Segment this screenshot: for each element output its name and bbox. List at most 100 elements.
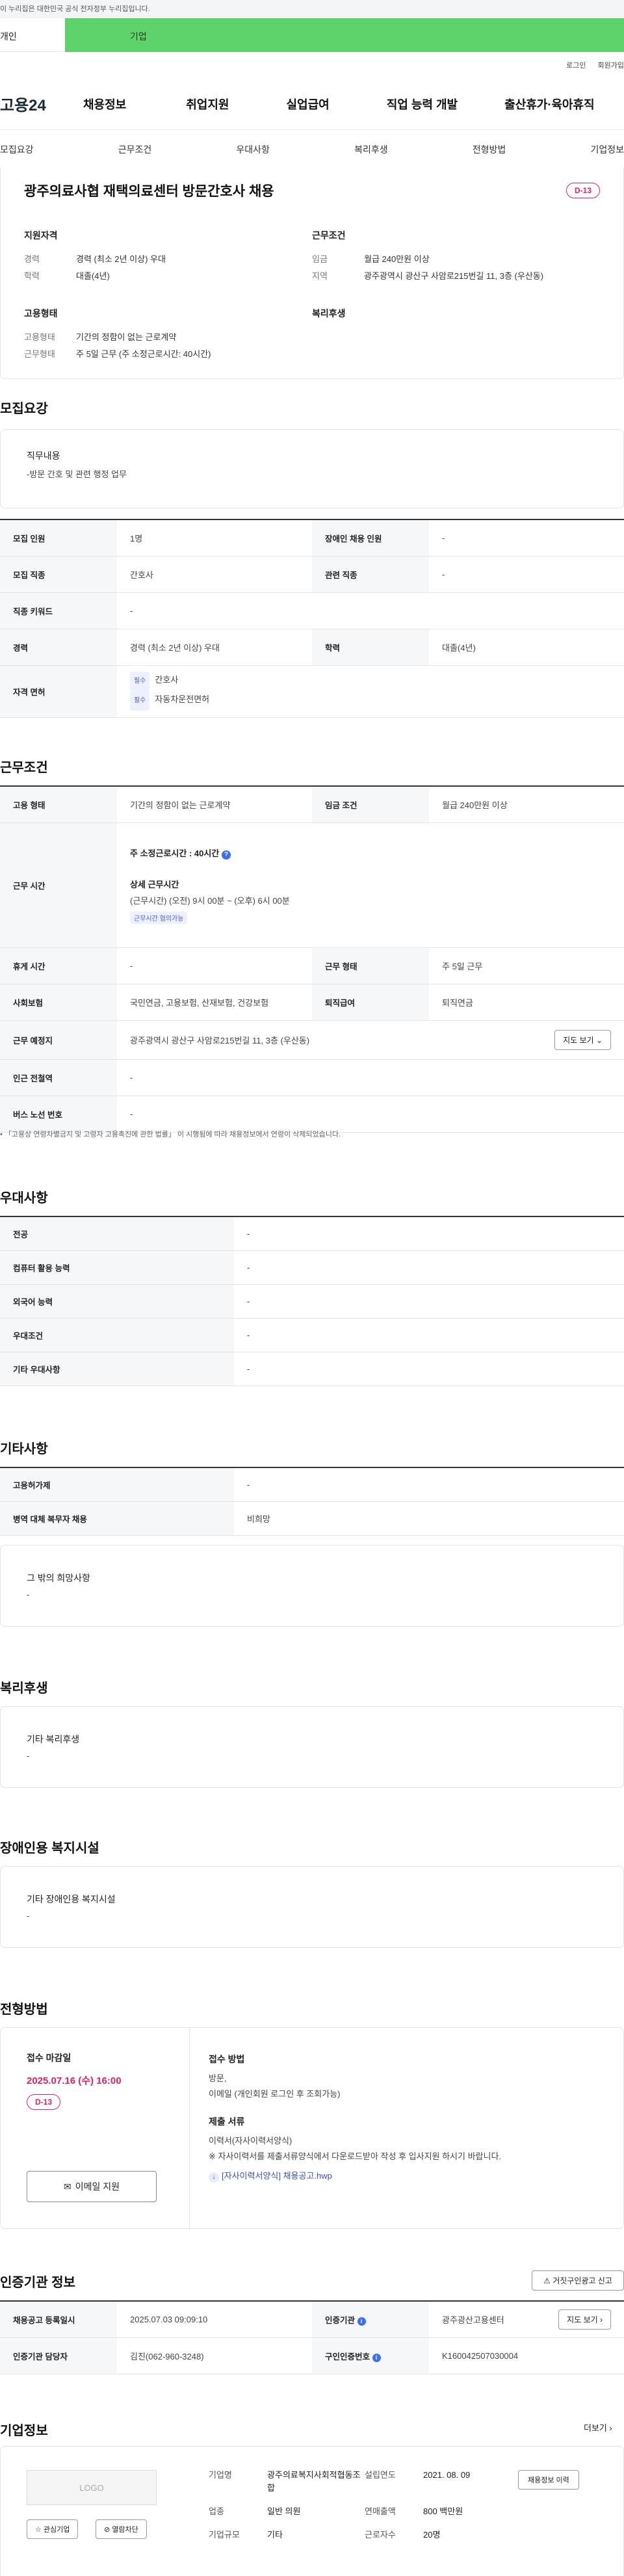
site-logo[interactable]: 고용24 xyxy=(0,92,79,115)
cell-label: 인증기관 i xyxy=(312,2301,429,2338)
cell-value: - xyxy=(234,1284,624,1319)
detail-title: 상세 근무시간 xyxy=(130,879,179,889)
cell-label: 기타 우대사항 xyxy=(0,1352,234,1386)
anchor-recruit[interactable]: 모집요강 xyxy=(0,143,34,156)
gnb-item-parental-leave[interactable]: 출산휴가·육아휴직 xyxy=(504,96,594,112)
cell-value: 2025.07.03 09:09:10 xyxy=(117,2301,312,2338)
cell-label: 인근 전철역 xyxy=(0,1059,117,1096)
cell-label: 관련 직종 xyxy=(312,556,429,593)
table-row: 인근 전철역 - xyxy=(0,1059,624,1096)
license-name: 자동차운전면허 xyxy=(155,694,210,704)
cell-value: - xyxy=(117,1096,624,1133)
anchor-welfare[interactable]: 복리후생 xyxy=(354,143,388,156)
favorite-company-button[interactable]: ☆ 관심기업 xyxy=(27,2519,79,2539)
job-title: 광주의료사협 재택의료센터 방문간호사 채용 xyxy=(24,184,274,199)
kv-key: 임금 xyxy=(312,254,328,264)
signup-link[interactable]: 회원가입 xyxy=(598,60,624,70)
tab-corporate[interactable]: 기업 xyxy=(65,18,624,52)
agency-map-button[interactable]: 지도 보기 › xyxy=(558,2309,611,2330)
org-value: 광주광산고용센터 xyxy=(442,2315,504,2325)
table-row: 병역 대체 복무자 채용 비희망 xyxy=(0,1501,624,1536)
cell-value: K160042507030004 xyxy=(429,2337,624,2374)
cell-label: 고용 형태 xyxy=(0,786,117,823)
gnb-item-vocational-training[interactable]: 직업 능력 개발 xyxy=(387,96,458,112)
cell-value: 간호사 xyxy=(117,556,312,593)
anchor-prefer[interactable]: 우대사항 xyxy=(236,143,270,156)
job-history-label: 채용정보 이력 xyxy=(528,2477,569,2484)
job-history-button[interactable]: 채용정보 이력 xyxy=(518,2470,579,2490)
process-card: 접수 마감일 2025.07.16 (수) 16:00 D-13 ✉ 이메일 지원… xyxy=(0,2027,624,2229)
section-anchor-nav: 모집요강 근무조건 우대사항 복리후생 전형방법 기업정보 xyxy=(0,130,624,169)
anchor-process[interactable]: 전형방법 xyxy=(473,143,506,156)
cell-label: 근무 형태 xyxy=(312,947,429,984)
anchor-company[interactable]: 기업정보 xyxy=(590,143,624,156)
cell-value: 1명 xyxy=(117,519,312,557)
cell-value: - xyxy=(117,592,624,629)
cell-value: - xyxy=(117,947,312,984)
kv-key: 지역 xyxy=(312,271,328,281)
gov-banner-text: 이 누리집은 대한민국 공식 전자정부 누리집입니다. xyxy=(0,5,150,13)
summary-qual-title: 지원자격 xyxy=(24,230,58,241)
recruit-section-title: 모집요강 xyxy=(0,402,48,416)
info-icon[interactable]: i xyxy=(357,2317,366,2326)
cell-label: 퇴직급여 xyxy=(312,984,429,1021)
cell-value: - xyxy=(234,1467,624,1502)
cell-value: - xyxy=(117,1059,624,1096)
summary-cond-title: 근무조건 xyxy=(312,230,346,241)
chevron-right-icon: › xyxy=(609,2423,612,2433)
gnb-item-employment-support[interactable]: 취업지원 xyxy=(186,96,229,112)
favorite-label: 관심기업 xyxy=(43,2526,70,2534)
table-row: 기타 우대사항 - xyxy=(0,1352,624,1386)
login-link[interactable]: 로그인 xyxy=(566,60,586,70)
cell-label: 병역 대체 복무자 채용 xyxy=(0,1501,234,1536)
summary-welfare-title: 복리후생 xyxy=(312,308,346,319)
cell-value: 기간의 정함이 없는 근로계약 xyxy=(117,786,312,823)
utility-menu: 로그인 회원가입 xyxy=(0,52,624,78)
gnb-item-unemployment-benefit[interactable]: 실업급여 xyxy=(287,96,330,112)
anchor-work[interactable]: 근무조건 xyxy=(118,143,152,156)
deadline-block: 접수 마감일 2025.07.16 (수) 16:00 D-13 xyxy=(27,2051,170,2110)
tab-corporate-label: 기업 xyxy=(130,31,147,42)
cell-value: - xyxy=(234,1216,624,1251)
report-fake-ad-button[interactable]: ⚠ 거짓구인광고 신고 xyxy=(532,2270,624,2291)
company-logo: LOGO xyxy=(27,2470,157,2505)
cell-value: 김진(062-960-3248) xyxy=(117,2337,312,2374)
info-icon[interactable]: i xyxy=(372,2353,381,2362)
company-more-link[interactable]: 더보기 › xyxy=(584,2421,612,2434)
dday-badge: D-13 xyxy=(27,2094,61,2110)
cell-value: 월급 240만원 이상 xyxy=(429,786,624,823)
org-label: 인증기관 xyxy=(325,2315,356,2325)
attachment-link[interactable]: ↓ [자사이력서양식] 채용공고.hwp xyxy=(209,2168,612,2184)
block-view-button[interactable]: ⊘ 열람차단 xyxy=(96,2519,147,2539)
gnb-item-jobs[interactable]: 채용정보 xyxy=(83,96,126,112)
download-icon: ↓ xyxy=(209,2172,219,2183)
info-value: 기타 xyxy=(267,2530,283,2540)
company-info-grid: 기업명 광주의료복지사회적협동조합 설립연도 2021. 08. 09 업종 일반 의… xyxy=(209,2469,508,2542)
cell-label: 인증기관 담당자 xyxy=(0,2337,117,2374)
agency-map-label: 지도 보기 xyxy=(567,2315,598,2324)
table-row: 경력 경력 (최소 2년 이상) 우대 학력 대졸(4년) xyxy=(0,629,624,666)
method-value-2: 이메일 (개인회원 로그인 후 조회가능) xyxy=(209,2089,341,2099)
cell-label: 외국어 능력 xyxy=(0,1284,234,1319)
cell-label: 모집 인원 xyxy=(0,519,117,557)
license-list: 필수 간호사 필수 자동차운전면허 xyxy=(117,665,624,718)
email-apply-label: 이메일 지원 xyxy=(75,2181,120,2192)
cell-label: 임금 조건 xyxy=(312,786,429,823)
tab-personal[interactable]: 개인 xyxy=(0,18,65,52)
cell-value: - xyxy=(429,519,624,557)
org-cell: 광주광산고용센터 지도 보기 › xyxy=(429,2301,624,2338)
map-button[interactable]: 지도 보기 ⌄ xyxy=(554,1029,611,1050)
info-value: 2021. 08. 09 xyxy=(423,2470,471,2480)
table-row: 모집 직종 간호사 관련 직종 - xyxy=(0,556,624,593)
other-request-label: 그 밖의 희망사항 xyxy=(27,1573,90,1583)
job-summary-card: 광주의료사협 재택의료센터 방문간호사 채용 D-13 지원자격 경력 경력 (최… xyxy=(0,168,624,379)
cell-label: 전공 xyxy=(0,1216,234,1251)
required-badge: 필수 xyxy=(130,691,150,711)
cell-label: 버스 노선 번호 xyxy=(0,1096,117,1133)
kv-value: 경력 (최소 2년 이상) 우대 xyxy=(76,254,166,264)
company-more-label: 더보기 xyxy=(584,2423,607,2433)
info-icon[interactable]: ? xyxy=(221,850,231,860)
duty-label: 직무내용 xyxy=(27,451,60,461)
cell-label: 사회보험 xyxy=(0,984,117,1021)
email-apply-button[interactable]: ✉ 이메일 지원 xyxy=(27,2171,157,2202)
